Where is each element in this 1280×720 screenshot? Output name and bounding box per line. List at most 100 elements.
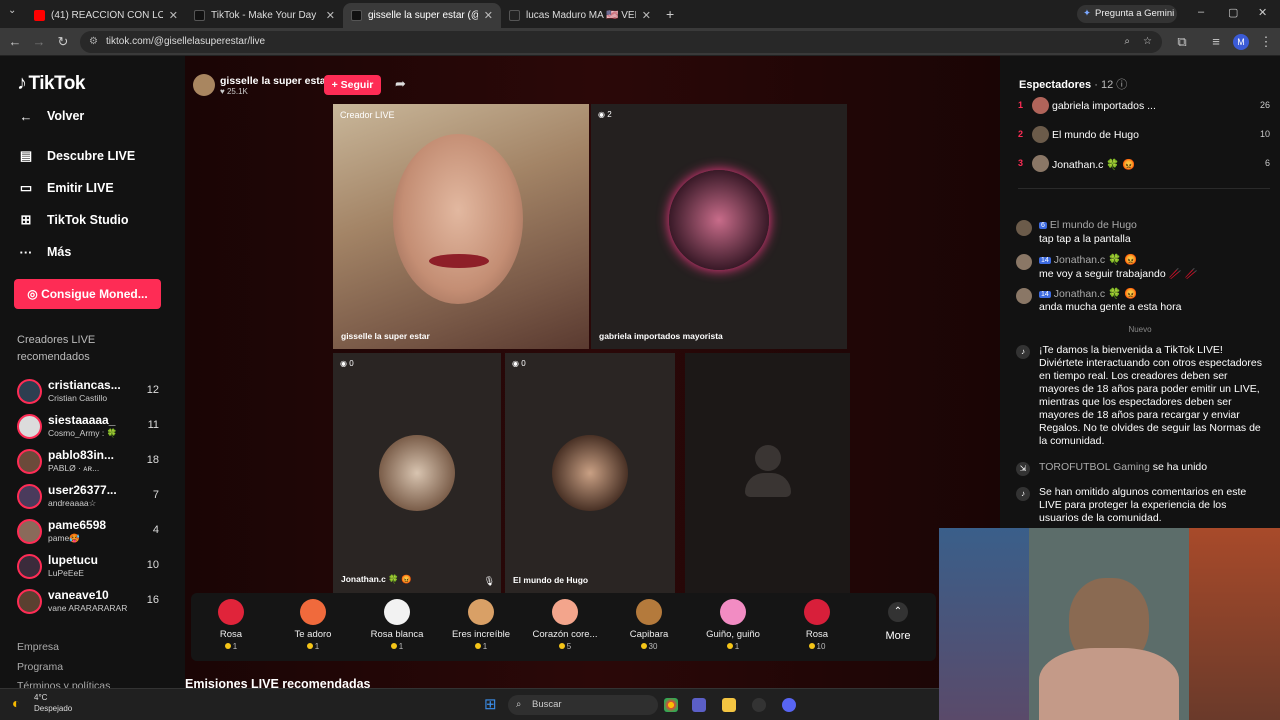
get-coins-button[interactable]: ◎ Consigue Moned... bbox=[14, 279, 161, 309]
gift-price-value: 1 bbox=[398, 642, 404, 651]
joined-user[interactable]: TOROFUTBOL Gaming bbox=[1039, 461, 1150, 473]
minimize-button[interactable]: – bbox=[1198, 6, 1204, 18]
gift-item[interactable]: Eres increíble 1 bbox=[441, 599, 521, 657]
gift-item[interactable]: Te adoro 1 bbox=[273, 599, 353, 657]
join-icon: ⇲ bbox=[1016, 462, 1030, 476]
gift-icon bbox=[804, 599, 830, 625]
viewer-score: 10 bbox=[1259, 129, 1270, 139]
reading-list-icon[interactable]: ≡ bbox=[1208, 34, 1224, 50]
url-input[interactable]: ⚙ tiktok.com/@gisellelasuperestar/live ⌕… bbox=[80, 31, 1162, 53]
viewer-row[interactable]: 2 El mundo de Hugo 10 bbox=[1018, 125, 1270, 145]
browser-tab-live[interactable]: gisselle la super estar (@gi ✕ bbox=[343, 3, 501, 28]
chat-message[interactable]: 14 Jonathan.c 🍀 😡 anda mucha gente a esta… bbox=[1016, 288, 1272, 318]
nav-item-discover-live[interactable]: ▤ Descubre LIVE bbox=[17, 145, 135, 167]
creator-item[interactable]: siestaaaaa_ Cosmo_Army : 🍀 11 bbox=[17, 411, 167, 443]
taskbar-search[interactable]: ⌕ Buscar bbox=[508, 695, 658, 715]
back-link[interactable]: ← Volver bbox=[17, 105, 85, 127]
creator-item[interactable]: vaneave10 vane ARARARARAR 16 bbox=[17, 586, 167, 618]
browser-tab-x[interactable]: lucas Maduro MA 🇺🇸 VENXCN ✕ bbox=[501, 3, 659, 28]
guest-tile[interactable]: ◉ 0 Jonathan.c 🍀 😡 🎙 bbox=[333, 353, 501, 593]
gift-item[interactable]: Rosa 1 bbox=[191, 599, 271, 657]
gift-item[interactable]: Rosa blanca 1 bbox=[357, 599, 437, 657]
youtube-icon bbox=[34, 10, 45, 21]
guest-tile[interactable]: ◉ 0 El mundo de Hugo bbox=[505, 353, 675, 593]
browser-tab-tiktok[interactable]: TikTok - Make Your Day ✕ bbox=[186, 3, 343, 28]
forward-icon[interactable]: → bbox=[31, 34, 47, 50]
gift-item[interactable]: Rosa 10 bbox=[777, 599, 857, 657]
avatar bbox=[1016, 254, 1032, 270]
close-icon[interactable]: ✕ bbox=[642, 9, 651, 22]
creator-item[interactable]: user26377... andreaaaa☆ 7 bbox=[17, 481, 167, 513]
divider bbox=[1018, 188, 1270, 189]
gift-icon bbox=[384, 599, 410, 625]
follow-button[interactable]: + Seguir bbox=[324, 75, 381, 95]
weather-text: Despejado bbox=[34, 704, 73, 713]
info-icon[interactable]: ⓘ bbox=[1116, 79, 1127, 91]
close-icon[interactable]: ✕ bbox=[484, 9, 493, 22]
profile-avatar[interactable]: M bbox=[1233, 34, 1249, 50]
reload-icon[interactable]: ↻ bbox=[55, 34, 71, 50]
viewer-count: 10 bbox=[146, 559, 159, 571]
join-message: ⇲ TOROFUTBOL Gaming se ha unido bbox=[1016, 461, 1272, 476]
tiktok-icon: ♪ bbox=[1016, 345, 1030, 359]
back-icon[interactable]: ← bbox=[7, 34, 23, 50]
viewer-row[interactable]: 3 Jonathan.c 🍀 😡 6 bbox=[1018, 154, 1270, 174]
tab-search-icon[interactable]: ⌄ bbox=[8, 5, 16, 16]
guest-tile[interactable]: ◉ 2 gabriela importados mayorista bbox=[591, 104, 847, 349]
viewer-count: 16 bbox=[146, 594, 159, 606]
author-name: Jonathan.c 🍀 😡 bbox=[1053, 288, 1138, 300]
more-gifts-button[interactable]: ⌃ More bbox=[873, 599, 923, 655]
windows-start-icon[interactable]: ⊞ bbox=[484, 695, 497, 713]
more-label: More bbox=[885, 630, 911, 642]
gift-name: Rosa bbox=[219, 629, 243, 640]
tile-label: El mundo de Hugo bbox=[513, 575, 589, 585]
gift-price: 1 bbox=[441, 642, 521, 651]
browser-tab-youtube[interactable]: (41) REACCIÓN CON LOS HINC ✕ bbox=[26, 3, 186, 28]
nav-item-go-live[interactable]: ▭ Emitir LIVE bbox=[17, 177, 114, 199]
teams-icon[interactable] bbox=[692, 698, 706, 712]
guest-avatar bbox=[552, 435, 628, 511]
gemini-icon: ✦ bbox=[1083, 8, 1091, 19]
creator-item[interactable]: pame6598 pame🥵 4 bbox=[17, 516, 167, 548]
host-avatar[interactable] bbox=[193, 74, 215, 96]
browser-tab-strip: (41) REACCIÓN CON LOS HINC ✕ TikTok - Ma… bbox=[0, 0, 1280, 28]
chat-message[interactable]: 14 Jonathan.c 🍀 😡 me voy a seguir trabaja… bbox=[1016, 254, 1272, 284]
tiktok-logo[interactable]: ♪ TikTok bbox=[17, 72, 85, 95]
file-explorer-icon[interactable] bbox=[722, 698, 736, 712]
nav-item-more[interactable]: ··· Más bbox=[17, 241, 72, 263]
maximize-button[interactable]: ▢ bbox=[1228, 6, 1238, 19]
viewer-row[interactable]: 1 gabriela importados ... 26 bbox=[1018, 96, 1270, 116]
gemini-button[interactable]: ✦ Pregunta a Gemini bbox=[1077, 5, 1177, 23]
nav-label: Descubre LIVE bbox=[47, 149, 136, 163]
zoom-icon[interactable]: ⌕ bbox=[1124, 31, 1130, 53]
close-icon[interactable]: ✕ bbox=[169, 9, 178, 22]
close-icon[interactable]: ✕ bbox=[326, 9, 335, 22]
viewers-title: Espectadores bbox=[1019, 79, 1092, 91]
empty-guest-slot[interactable] bbox=[685, 353, 850, 593]
chat-message[interactable]: 6 El mundo de Hugo tap tap a la pantalla bbox=[1016, 219, 1272, 250]
footer-link-program[interactable]: Programa bbox=[17, 661, 63, 673]
menu-icon[interactable]: ⋮ bbox=[1258, 34, 1274, 50]
coin-icon bbox=[306, 643, 313, 649]
creator-item[interactable]: cristiancas... Cristian Castillo 12 bbox=[17, 376, 167, 408]
extensions-icon[interactable]: ⧉ bbox=[1174, 34, 1190, 50]
gift-item[interactable]: Capibara 30 bbox=[609, 599, 689, 657]
host-name[interactable]: gisselle la super estar bbox=[220, 75, 330, 87]
discord-icon[interactable] bbox=[782, 698, 796, 712]
gift-item[interactable]: Corazón core... 5 bbox=[525, 599, 605, 657]
footer-link-business[interactable]: Empresa bbox=[17, 641, 59, 653]
gift-item[interactable]: Guiño, guiño 1 bbox=[693, 599, 773, 657]
chrome-icon[interactable] bbox=[664, 698, 678, 712]
obs-icon[interactable] bbox=[752, 698, 766, 712]
avatar bbox=[1032, 126, 1049, 143]
creator-item[interactable]: pablo83in... PABLØ · ᴀʀ... 18 bbox=[17, 446, 167, 478]
nav-item-studio[interactable]: ⊞ TikTok Studio bbox=[17, 209, 129, 231]
share-icon[interactable]: ➦ bbox=[395, 76, 406, 92]
new-tab-button[interactable]: + bbox=[666, 6, 674, 22]
guest-badge: ◉ 0 bbox=[512, 359, 526, 368]
site-info-icon[interactable]: ⚙ bbox=[89, 31, 98, 53]
bookmark-star-icon[interactable]: ☆ bbox=[1143, 31, 1152, 53]
close-window-button[interactable]: ✕ bbox=[1258, 6, 1267, 19]
creator-item[interactable]: lupetucu LuPeEeE 10 bbox=[17, 551, 167, 583]
creator-video-tile[interactable]: Creador LIVE gisselle la super estar bbox=[333, 104, 589, 349]
